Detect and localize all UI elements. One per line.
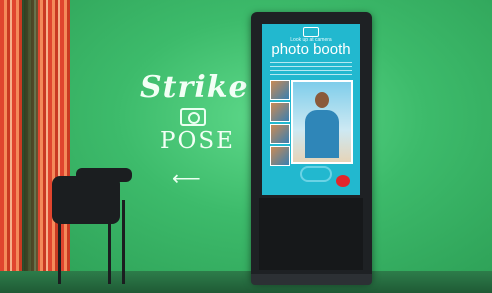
chair-leg: [58, 222, 61, 284]
brand-logo-icon: [336, 175, 350, 187]
wall-pose-text: POSE: [160, 128, 235, 154]
screen-camera-icon: [303, 27, 319, 37]
thumbnail[interactable]: [270, 102, 290, 122]
sunglasses-icon: [300, 166, 332, 182]
thumbnail[interactable]: [270, 124, 290, 144]
thumbnail[interactable]: [270, 146, 290, 166]
chair-leg: [108, 222, 111, 284]
person-body: [305, 110, 339, 158]
chair-back: [76, 168, 132, 182]
kiosk-base: [251, 274, 372, 285]
floor: [0, 271, 492, 293]
left-arrow-icon: ⟵: [172, 168, 201, 190]
screen-description-lines: [270, 62, 352, 78]
main-photo: [291, 80, 353, 164]
wall-strike-text: Strike: [140, 70, 249, 105]
person-head: [315, 92, 329, 108]
thumbnail-strip: [270, 80, 290, 166]
kiosk-screen[interactable]: Look up at camera photo booth: [262, 24, 360, 195]
kiosk-lower-panel: [259, 198, 363, 270]
photo-booth-scene: Strike POSE ⟵ Look up at camera photo bo…: [0, 0, 492, 293]
screen-title: photo booth: [271, 41, 351, 58]
chair-leg: [122, 200, 125, 284]
thumbnail[interactable]: [270, 80, 290, 100]
curtain-shadow: [22, 0, 38, 293]
camera-icon: [180, 108, 206, 126]
chair-seat: [52, 176, 120, 224]
